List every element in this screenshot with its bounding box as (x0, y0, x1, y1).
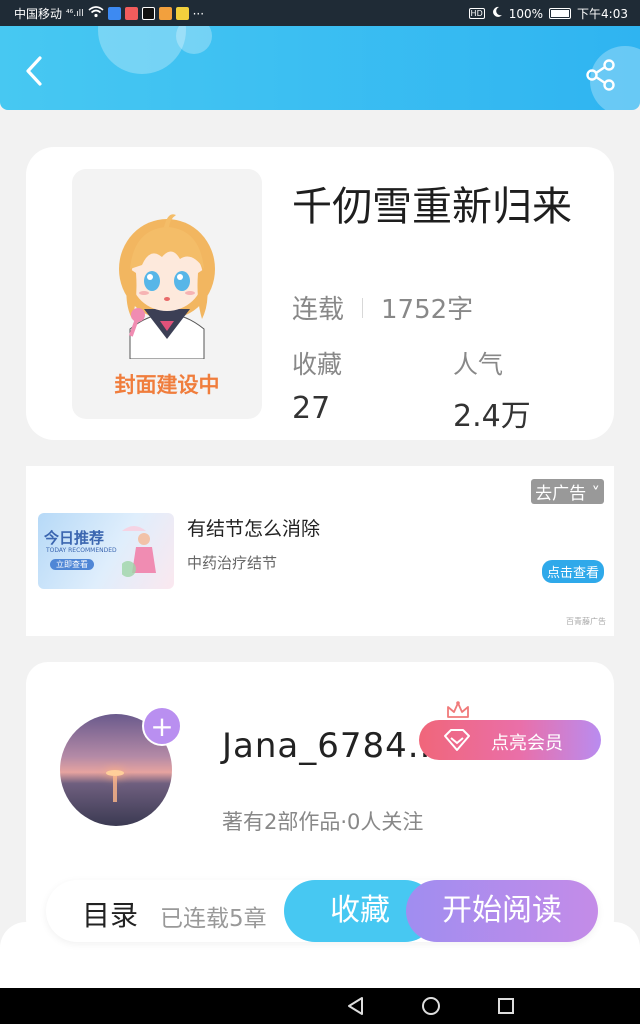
table-of-contents-button[interactable]: 目录 (82, 894, 138, 934)
nav-home-button[interactable] (419, 994, 443, 1022)
share-icon (586, 59, 615, 91)
system-navigation-bar (0, 988, 640, 1024)
cover-placeholder-text: 封面建设中 (114, 373, 220, 397)
ad-image-title: 今日推荐 (44, 529, 105, 547)
ad-image[interactable]: 今日推荐 TODAY RECOMMENDED 立即查看 (38, 513, 174, 589)
more-notifications-icon: ··· (192, 6, 205, 21)
ad-title[interactable]: 有结节怎么消除 (187, 514, 320, 541)
ad-banner[interactable]: 去广告 ˅ 今日推荐 TODAY RECOMMENDED 立即查看 有结节怎么消… (26, 466, 614, 636)
triangle-back-icon (348, 997, 363, 1015)
app-notification-icon (158, 7, 172, 20)
favorites-count: 27 (292, 391, 331, 426)
app-notification-icon (175, 7, 189, 20)
woman-umbrella-illustration (122, 526, 156, 577)
author-stats: 著有2部作品·0人关注 (222, 810, 424, 834)
diamond-icon (444, 729, 470, 751)
follow-author-button[interactable]: + (142, 706, 182, 746)
nav-recents-button[interactable] (494, 994, 518, 1022)
share-button[interactable] (584, 58, 618, 92)
app-notification-icon (107, 7, 121, 20)
favorites-label: 收藏 (292, 350, 343, 379)
carrier-label: 中国移动 (14, 7, 63, 21)
popularity-count: 2.4万 (453, 399, 531, 434)
book-info-card: 封面建设中 千仞雪重新归来 连载 1752字 收藏 27 人气 2.4万 (26, 147, 614, 440)
top-header (0, 26, 640, 110)
activate-vip-button[interactable]: 点亮会员 (419, 701, 601, 760)
ad-image-subtitle: TODAY RECOMMENDED (46, 547, 117, 554)
clock: 下午4:03 (577, 7, 628, 21)
remove-ad-button[interactable]: 去广告 ˅ (531, 479, 604, 504)
ad-subtitle: 中药治疗结节 (187, 554, 278, 572)
ad-source-label: 百青藤广告 (566, 617, 606, 626)
moon-icon (491, 6, 503, 21)
author-name[interactable]: Jana_6784.. (222, 726, 431, 766)
decorative-bubble (176, 26, 212, 54)
back-button[interactable] (18, 54, 52, 88)
decorative-bubble (98, 26, 186, 74)
vip-label: 点亮会员 (491, 733, 563, 754)
signal-icon: ⁴⁶.ıll (66, 8, 84, 19)
serial-status: 连载 (292, 295, 345, 325)
word-count: 1752字 (381, 295, 474, 325)
ad-image-button: 立即查看 (50, 559, 94, 570)
crown-icon (447, 701, 469, 718)
battery-icon (549, 8, 572, 19)
status-bar: 中国移动 ⁴⁶.ıll ··· HD 100% 下午4:03 (0, 0, 640, 26)
anime-girl-illustration (119, 214, 215, 360)
book-cover[interactable]: 封面建设中 (72, 169, 262, 419)
meta-divider (362, 297, 364, 318)
chevron-left-icon (26, 56, 42, 86)
book-meta: 连载 1752字 (292, 289, 473, 326)
battery-percent: 100% (508, 6, 544, 21)
sun-reflection (113, 776, 117, 802)
popularity-label: 人气 (453, 350, 504, 379)
book-title: 千仞雪重新归来 (292, 184, 572, 230)
nav-back-button[interactable] (344, 994, 368, 1022)
circle-home-icon (422, 997, 440, 1015)
app-notification-icon (141, 7, 155, 20)
start-reading-button[interactable]: 开始阅读 (406, 880, 598, 942)
wifi-icon (88, 6, 104, 21)
square-recents-icon (498, 998, 514, 1014)
chapter-count: 已连载5章 (160, 906, 267, 932)
app-notification-icon (124, 7, 138, 20)
hd-icon: HD (468, 8, 485, 19)
ad-view-button[interactable]: 点击查看 (541, 560, 604, 583)
bottom-action-bar: 目录 已连载5章 收藏 开始阅读 (46, 880, 598, 942)
